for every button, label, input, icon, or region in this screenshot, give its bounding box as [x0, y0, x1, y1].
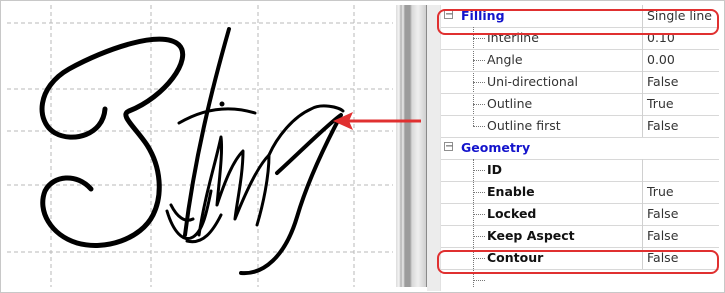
panel-splitter[interactable]: [396, 5, 426, 287]
highlight-contour-row: [437, 250, 719, 274]
property-value[interactable]: False: [642, 115, 719, 137]
property-value[interactable]: True: [642, 93, 719, 115]
property-value[interactable]: True: [642, 181, 719, 203]
annotation-arrow-icon: [333, 112, 421, 130]
property-row-outline[interactable]: Outline True: [427, 93, 719, 116]
drawing-canvas[interactable]: [7, 5, 393, 287]
property-label: Enable: [487, 184, 535, 199]
property-row-uni-directional[interactable]: Uni-directional False: [427, 71, 719, 94]
property-row-enable[interactable]: Enable True: [427, 181, 719, 204]
property-label: Angle: [487, 52, 523, 67]
property-value[interactable]: False: [642, 71, 719, 93]
property-label: Locked: [487, 206, 537, 221]
screenshot-frame: − Filling Single line Interline 0.10 Ang…: [0, 0, 725, 293]
property-grid: − Filling Single line Interline 0.10 Ang…: [426, 5, 719, 291]
property-value[interactable]: False: [642, 225, 719, 247]
property-row-locked[interactable]: Locked False: [427, 203, 719, 226]
property-value[interactable]: 0.00: [642, 49, 719, 71]
property-label: Keep Aspect: [487, 228, 575, 243]
property-label: Outline first: [487, 118, 561, 133]
property-value[interactable]: [642, 159, 719, 181]
property-row-keep-aspect[interactable]: Keep Aspect False: [427, 225, 719, 248]
property-value[interactable]: False: [642, 203, 719, 225]
canvas-drawing: [7, 5, 393, 287]
property-label: ID: [487, 162, 503, 177]
property-row-id[interactable]: ID: [427, 159, 719, 182]
string-script-glyph-icon: [39, 27, 345, 276]
category-label-geometry: Geometry: [461, 140, 531, 155]
category-row-geometry[interactable]: − Geometry: [427, 137, 719, 160]
property-row-angle[interactable]: Angle 0.00: [427, 49, 719, 72]
collapse-icon[interactable]: −: [444, 142, 453, 152]
property-row-outline-first[interactable]: Outline first False: [427, 115, 719, 138]
property-label: Outline: [487, 96, 533, 111]
highlight-filling-row: [437, 9, 719, 35]
property-label: Uni-directional: [487, 74, 578, 89]
